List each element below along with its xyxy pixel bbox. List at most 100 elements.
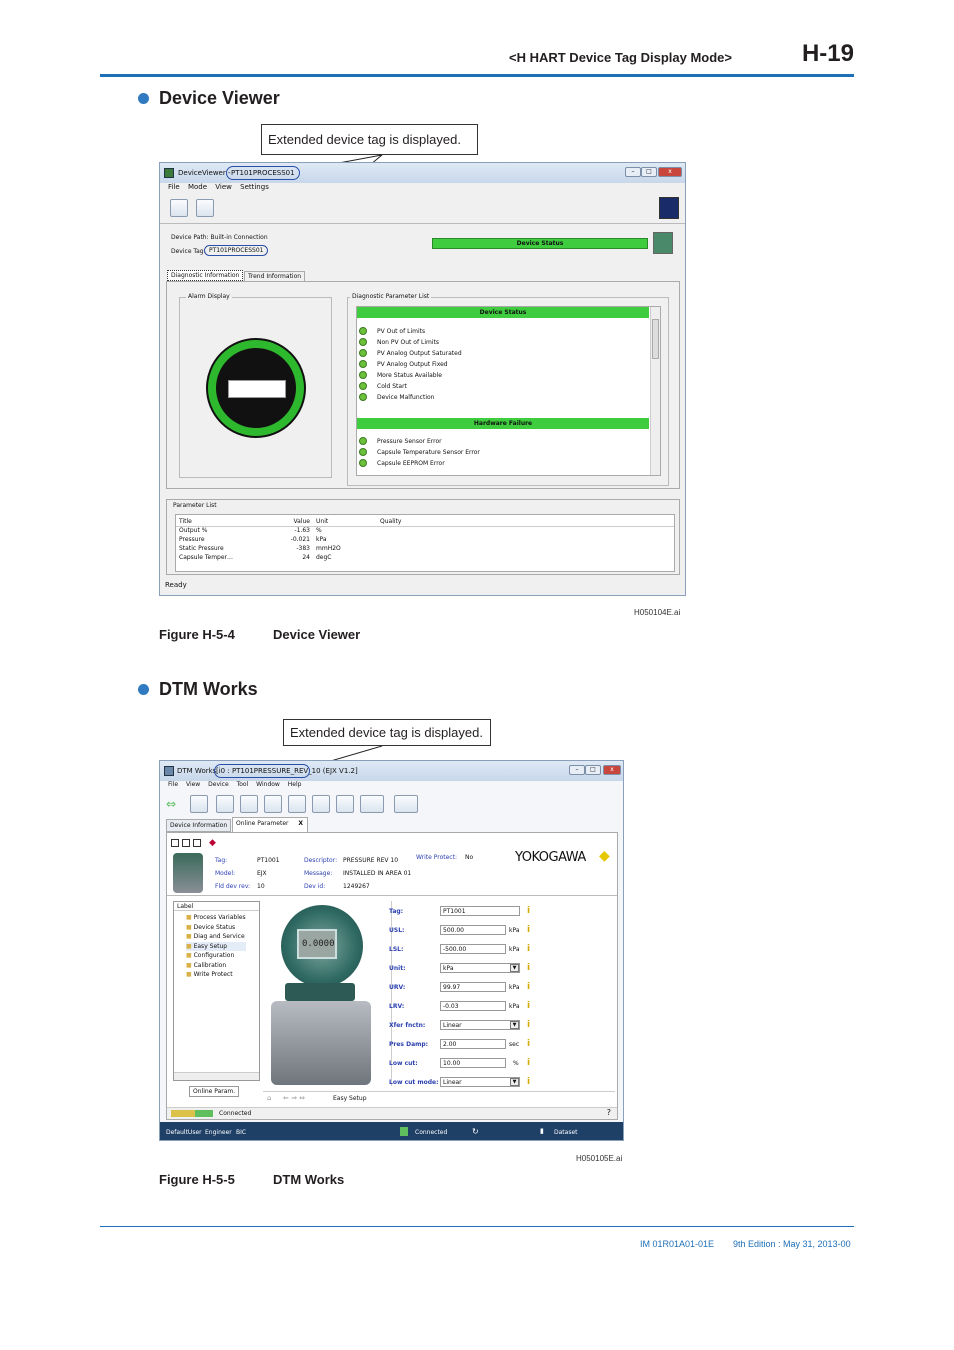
status-led-icon xyxy=(359,327,367,335)
connect-icon[interactable] xyxy=(190,795,208,813)
table-cell: -383 xyxy=(296,545,310,552)
schedule-icon[interactable] xyxy=(196,199,214,217)
column-header-quality: Quality xyxy=(380,518,402,525)
back-forward-icon[interactable]: ⇔ xyxy=(166,795,184,813)
param-field-usl[interactable]: 500.00 xyxy=(440,925,506,935)
dropdown-arrow-icon[interactable]: ▼ xyxy=(510,1078,519,1086)
table-cell: degC xyxy=(316,554,332,561)
info-icon[interactable]: i xyxy=(527,925,532,935)
menu-bar: File Mode View Settings xyxy=(168,183,269,191)
monitor-icon[interactable] xyxy=(659,197,679,219)
info-icon[interactable]: i xyxy=(527,1077,532,1087)
footer-user: DefaultUser xyxy=(166,1129,202,1136)
minimize-button[interactable]: – xyxy=(569,765,585,775)
figure-title: Device Viewer xyxy=(273,627,361,642)
easy-setup-label[interactable]: Easy Setup xyxy=(333,1095,367,1102)
figure-file-id: H050105E.ai xyxy=(576,1154,623,1163)
info-icon[interactable]: i xyxy=(527,1039,532,1049)
tab-online-parameter[interactable]: Online Parameter X xyxy=(232,817,308,832)
param-label: URV: xyxy=(389,984,406,991)
menu-window[interactable]: Window xyxy=(256,781,280,788)
param-label: Tag: xyxy=(389,908,404,915)
dropdown-arrow-icon[interactable]: ▼ xyxy=(510,1021,519,1029)
status-led-icon xyxy=(359,448,367,456)
download-icon[interactable] xyxy=(264,795,282,813)
status-led-icon xyxy=(359,437,367,445)
info-icon[interactable]: i xyxy=(527,963,532,973)
param-field-lowcut[interactable]: 10.00 xyxy=(440,1058,506,1068)
param-select-unit[interactable]: kPa xyxy=(440,963,520,973)
close-button[interactable]: x xyxy=(658,167,682,177)
help-icon[interactable]: ? xyxy=(607,1108,611,1117)
nav-arrows-icon[interactable]: ⇐ ⇒ ⇔ xyxy=(283,1094,305,1102)
footer-bic: BIC xyxy=(236,1129,247,1136)
menu-help[interactable]: Help xyxy=(288,781,302,788)
tab-panel: Alarm Display Diagnostic Parameter List … xyxy=(166,281,680,489)
tools-icon[interactable] xyxy=(360,795,384,813)
bottom-nav: ⌂ ⇐ ⇒ ⇔ Easy Setup xyxy=(263,1091,615,1103)
online-parameter-panel: ◆ Tag: Model: Fld dev rev: PT1001 EJX 10… xyxy=(166,832,618,1120)
tab-diagnostic-information[interactable]: Diagnostic Information xyxy=(167,270,244,281)
maximize-button[interactable]: □ xyxy=(585,765,601,775)
param-label: LSL: xyxy=(389,946,404,953)
tab-device-information[interactable]: Device Information xyxy=(166,819,232,832)
timer-icon[interactable] xyxy=(222,199,240,217)
close-button[interactable]: x xyxy=(603,765,621,775)
menu-tool[interactable]: Tool xyxy=(237,781,249,788)
scrollbar[interactable] xyxy=(650,307,660,475)
export-icon[interactable] xyxy=(336,795,354,813)
menu-mode[interactable]: Mode xyxy=(188,183,207,191)
connected-status: Connected xyxy=(219,1110,252,1117)
param-field-urv[interactable]: 99.97 xyxy=(440,982,506,992)
document-number: IM 01R01A01-01E xyxy=(640,1239,715,1249)
param-select-lowcut-mode[interactable]: Linear xyxy=(440,1077,520,1087)
dropdown-arrow-icon[interactable]: ▼ xyxy=(510,964,519,972)
footer-dataset: Dataset xyxy=(554,1129,578,1136)
refresh-icon[interactable] xyxy=(170,199,188,217)
group-device-status: Device Status xyxy=(357,307,649,318)
info-icon[interactable]: i xyxy=(527,982,532,992)
menu-view[interactable]: View xyxy=(215,183,232,191)
param-field-lsl[interactable]: -500.00 xyxy=(440,944,506,954)
info-icon[interactable]: i xyxy=(527,1058,532,1068)
sync-icon: ↻ xyxy=(472,1127,479,1136)
info-icon[interactable]: i xyxy=(527,1020,532,1030)
table-cell: Capsule Temper… xyxy=(179,554,234,561)
list-item: Cold Start xyxy=(359,381,462,392)
param-field-tag[interactable]: PT1001 xyxy=(440,906,520,916)
alarm-display-title: Alarm Display xyxy=(186,293,232,300)
scroll-thumb[interactable] xyxy=(652,319,659,359)
param-field-lrv[interactable]: -0.03 xyxy=(440,1001,506,1011)
tab-close-icon[interactable]: X xyxy=(298,820,303,827)
param-select-xfer[interactable]: Linear xyxy=(440,1020,520,1030)
device-path: Device Path: Built-in Connection xyxy=(171,234,268,241)
write-icon[interactable] xyxy=(312,795,330,813)
list-item: Pressure Sensor Error xyxy=(359,436,480,447)
read-icon[interactable] xyxy=(288,795,306,813)
status-led-icon xyxy=(359,338,367,346)
connection-icon xyxy=(171,1110,195,1117)
hardware-failure-items: Pressure Sensor Error Capsule Temperatur… xyxy=(359,436,480,469)
print-icon[interactable] xyxy=(394,795,418,813)
param-label: Pres Damp: xyxy=(389,1041,429,1048)
home-icon[interactable]: ⌂ xyxy=(267,1094,271,1102)
menu-file[interactable]: File xyxy=(168,183,180,191)
menu-device[interactable]: Device xyxy=(208,781,229,788)
table-cell: mmH2O xyxy=(316,545,341,552)
info-icon[interactable]: i xyxy=(527,944,532,954)
maximize-button[interactable]: □ xyxy=(641,167,657,177)
info-icon[interactable]: i xyxy=(527,1001,532,1011)
device-status-bar: Device Status xyxy=(432,238,648,249)
diagnostic-list[interactable]: Device Status PV Out of Limits Non PV Ou… xyxy=(356,306,661,476)
menu-view[interactable]: View xyxy=(186,781,200,788)
minimize-button[interactable]: – xyxy=(625,167,641,177)
upload-icon[interactable] xyxy=(240,795,258,813)
param-field-damp[interactable]: 2.00 xyxy=(440,1039,506,1049)
status-led-icon xyxy=(359,349,367,357)
info-icon[interactable]: i xyxy=(527,906,532,916)
list-item: PV Analog Output Saturated xyxy=(359,348,462,359)
figure-number: Figure H-5-4 xyxy=(159,627,235,642)
disconnect-icon[interactable] xyxy=(216,795,234,813)
menu-settings[interactable]: Settings xyxy=(240,183,269,191)
menu-file[interactable]: File xyxy=(168,781,178,788)
